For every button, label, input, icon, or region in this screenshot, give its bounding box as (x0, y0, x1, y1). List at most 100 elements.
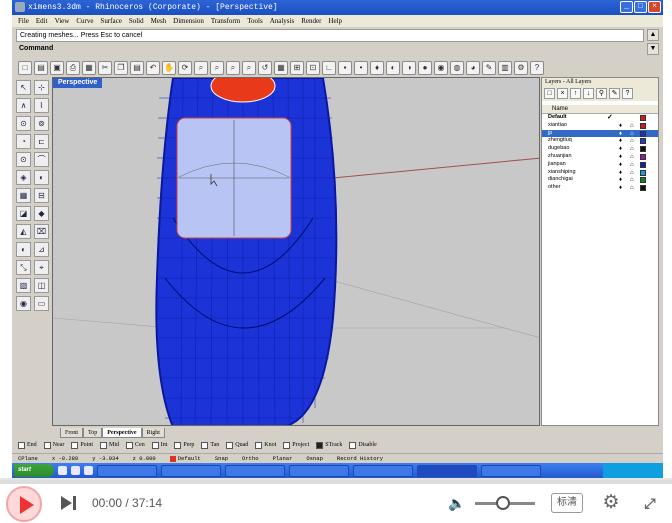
maximize-button[interactable]: □ (634, 1, 647, 13)
shade-icon[interactable]: ● (418, 61, 432, 75)
point-icon[interactable]: • (354, 61, 368, 75)
quicklaunch-icon[interactable] (84, 466, 93, 475)
status-record-history[interactable]: Record History (337, 454, 383, 463)
layers-column-header[interactable]: Name (542, 105, 658, 114)
osnap-checkbox[interactable] (201, 442, 209, 449)
osnap-cen[interactable]: Cen (126, 440, 145, 451)
tool-21-icon[interactable]: ⤡ (16, 260, 31, 275)
lock-icon[interactable]: ⌂ (630, 138, 634, 144)
history-scroll-up[interactable]: ▲ (647, 29, 659, 41)
import-icon[interactable]: ▦ (82, 61, 96, 75)
menu-file[interactable]: File (18, 15, 29, 27)
tool-14-icon[interactable]: ⊟ (34, 188, 49, 203)
light-bulb-icon[interactable]: ♦ (619, 123, 622, 129)
lock-icon[interactable]: ⌂ (630, 131, 634, 137)
tab-perspective[interactable]: Perspective (102, 428, 142, 438)
render-icon[interactable]: ◉ (434, 61, 448, 75)
osnap-knot[interactable]: Knot (255, 440, 276, 451)
osnap-disable[interactable]: Disable (349, 440, 377, 451)
layer-row[interactable]: dianchigai ♦ ⌂ (542, 176, 658, 184)
volume-knob[interactable] (495, 496, 510, 510)
light-bulb-icon[interactable]: ♦ (370, 61, 384, 75)
layer-tool-4-icon[interactable]: ↓ (583, 88, 594, 99)
taskbar-item[interactable] (481, 464, 541, 477)
layer-tool-7-icon[interactable]: ? (622, 88, 633, 99)
open-icon[interactable]: ▤ (34, 61, 48, 75)
material-icon[interactable]: ◕ (466, 61, 480, 75)
osnap-perp[interactable]: Perp (174, 440, 194, 451)
close-button[interactable]: × (648, 1, 661, 13)
osnap-checkbox[interactable] (283, 442, 291, 449)
status-osnap[interactable]: Osnap (306, 454, 323, 463)
layer-row[interactable]: xiantiao ♦ ⌂ (542, 122, 658, 130)
perspective-viewport[interactable]: Perspective (52, 77, 540, 426)
tool-19-icon[interactable]: ◐ (16, 242, 31, 257)
quality-button[interactable]: 标清 (551, 493, 583, 513)
layer-color-swatch[interactable] (640, 161, 646, 168)
osnap-checkbox[interactable] (226, 442, 234, 449)
osnap-quad[interactable]: Quad (226, 440, 248, 451)
osnap-checkbox[interactable] (100, 442, 108, 449)
layer-row[interactable]: xianshiping ♦ ⌂ (542, 169, 658, 177)
taskbar-item[interactable] (417, 464, 477, 477)
status-layer[interactable]: Default (169, 454, 201, 463)
grid-icon[interactable]: ⊞ (290, 61, 304, 75)
taskbar-item[interactable] (97, 464, 157, 477)
history-scroll-down[interactable]: ▼ (647, 43, 659, 55)
zoom-extents-icon[interactable]: ⌕ (226, 61, 240, 75)
osnap-near[interactable]: Near (43, 440, 64, 451)
layer-row[interactable]: Default ✓ (542, 114, 658, 122)
viewport-title[interactable]: Perspective (53, 78, 103, 88)
status-ortho[interactable]: Ortho (242, 454, 259, 463)
tool-23-icon[interactable]: ▧ (16, 278, 31, 293)
hide-icon[interactable]: ◑ (402, 61, 416, 75)
osnap-checkbox[interactable] (151, 442, 159, 449)
light-bulb-icon[interactable]: ♦ (619, 170, 622, 176)
tab-top[interactable]: Top (83, 428, 103, 438)
layer-color-swatch[interactable] (640, 169, 646, 176)
layer-row[interactable]: dugebao ♦ ⌂ (542, 145, 658, 153)
osnap-checkbox[interactable] (18, 442, 25, 449)
lock-icon[interactable]: ⌂ (630, 146, 634, 152)
tool-10-icon[interactable]: ⌒ (34, 152, 49, 167)
four-views-icon[interactable]: ▦ (274, 61, 288, 75)
menu-dimension[interactable]: Dimension (173, 15, 204, 27)
layer-tool-5-icon[interactable]: ⚲ (596, 88, 607, 99)
tool-7-icon[interactable]: ◔ (16, 134, 31, 149)
status-snap[interactable]: Snap (215, 454, 228, 463)
help-icon[interactable]: ? (530, 61, 544, 75)
minimize-button[interactable]: _ (620, 1, 633, 13)
sphere-icon[interactable]: ◍ (450, 61, 464, 75)
osnap-tan[interactable]: Tan (201, 440, 219, 451)
tool-15-icon[interactable]: ◪ (16, 206, 31, 221)
taskbar-item[interactable] (161, 464, 221, 477)
osnap-checkbox[interactable] (43, 442, 51, 449)
osnap-checkbox[interactable] (71, 442, 79, 449)
undo-view-icon[interactable]: ↺ (258, 61, 272, 75)
quicklaunch-icon[interactable] (71, 466, 80, 475)
tool-9-icon[interactable]: ⊙ (16, 152, 31, 167)
tool-16-icon[interactable]: ◆ (34, 206, 49, 221)
tool-22-icon[interactable]: ⌖ (34, 260, 49, 275)
layer-tool-3-icon[interactable]: ↑ (570, 88, 581, 99)
pan-icon[interactable]: ✋ (162, 61, 176, 75)
lock-icon[interactable]: ⌂ (630, 162, 634, 168)
lock-icon[interactable]: ⌂ (630, 123, 634, 129)
menu-tools[interactable]: Tools (247, 15, 262, 27)
tool-5-icon[interactable]: ⊙ (16, 116, 31, 131)
osnap-mid[interactable]: Mid (100, 440, 119, 451)
menu-view[interactable]: View (55, 15, 70, 27)
cplane-icon[interactable]: ⊡ (306, 61, 320, 75)
tool-24-icon[interactable]: ◫ (34, 278, 49, 293)
command-prompt[interactable]: Command (16, 43, 644, 54)
osnap-checkbox[interactable] (174, 442, 182, 449)
osnap-int[interactable]: Int (151, 440, 167, 451)
tool-25-icon[interactable]: ◉ (16, 296, 31, 311)
osnap-checkbox[interactable] (316, 442, 324, 449)
menu-curve[interactable]: Curve (76, 15, 93, 27)
taskbar-item[interactable] (289, 464, 349, 477)
tool-18-icon[interactable]: ⌧ (34, 224, 49, 239)
light-bulb-icon[interactable]: ♦ (619, 185, 622, 191)
tool-20-icon[interactable]: ⊿ (34, 242, 49, 257)
light-bulb-icon[interactable]: ♦ (619, 154, 622, 160)
